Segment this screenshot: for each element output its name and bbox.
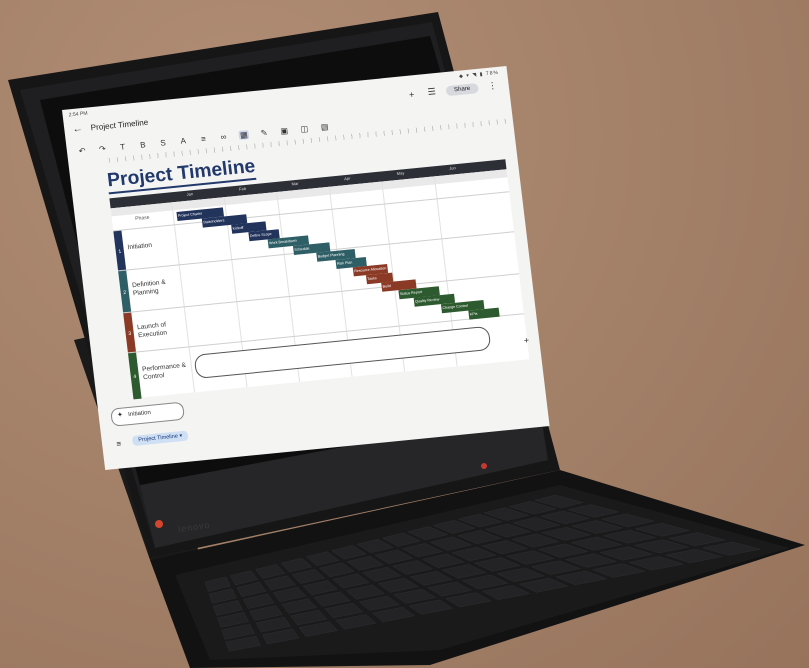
gantt-month: Apr <box>343 175 351 182</box>
link-icon[interactable]: ∞ <box>218 132 229 142</box>
chat-input-text: Initiation <box>127 409 152 419</box>
gantt-month: Jan <box>186 191 194 197</box>
add-row-icon[interactable]: + <box>523 335 530 346</box>
top-actions: + ☰ Share ⋮ <box>405 80 499 100</box>
docs-app: 2:54 PM ◆ ▾ ◥ ▮ 78% ← Project Timeline +… <box>62 66 550 470</box>
sheet-tab[interactable]: Project Timeline ▾ <box>131 430 189 446</box>
phase-number: 2 <box>118 270 132 314</box>
document-title: Project Timeline <box>90 117 149 133</box>
comment-icon[interactable]: ☰ <box>425 86 438 98</box>
gantt-month: Mar <box>291 180 299 187</box>
menu-icon[interactable]: ≡ <box>116 439 122 448</box>
strikethrough-icon[interactable]: S <box>157 138 168 148</box>
gantt-month: Feb <box>238 185 247 192</box>
phase-label: Initiation <box>127 241 153 252</box>
phase-label: Launch of Execution <box>136 321 168 340</box>
back-arrow-icon[interactable]: ← <box>72 123 83 135</box>
insert-image-icon[interactable]: ▣ <box>279 126 290 136</box>
undo-icon[interactable]: ↶ <box>77 146 88 156</box>
chart-icon[interactable]: ◫ <box>299 124 310 134</box>
text-color-icon[interactable]: A <box>178 136 189 146</box>
phase-number: 3 <box>123 312 137 354</box>
share-button[interactable]: Share <box>445 82 479 96</box>
phase-number: 4 <box>128 352 142 400</box>
more-menu-icon[interactable]: ⋮ <box>486 80 499 92</box>
tablet-screen: 2:54 PM ◆ ▾ ◥ ▮ 78% ← Project Timeline +… <box>62 66 550 470</box>
redo-icon[interactable]: ↷ <box>97 144 108 154</box>
add-icon[interactable]: + <box>405 89 418 100</box>
table-icon[interactable]: ▦ <box>238 129 250 140</box>
highlight-icon[interactable]: ✎ <box>258 128 269 138</box>
align-icon[interactable]: ≡ <box>198 134 209 144</box>
chat-input[interactable]: ✦ Initiation <box>110 401 185 427</box>
phase-label: Performance & Control <box>141 361 187 382</box>
indicator-light <box>481 463 487 469</box>
sparkle-icon: ✦ <box>116 411 124 420</box>
case-indicator-light <box>155 520 163 528</box>
font-size-icon[interactable]: T <box>117 142 128 152</box>
bold-icon[interactable]: B <box>137 140 148 150</box>
phase-number: 1 <box>113 230 127 272</box>
gantt-month: Jun <box>448 165 456 171</box>
page-icon[interactable]: ▤ <box>319 122 330 132</box>
phase-label: Definition & Planning <box>131 278 167 298</box>
gantt-month: May <box>396 170 405 176</box>
